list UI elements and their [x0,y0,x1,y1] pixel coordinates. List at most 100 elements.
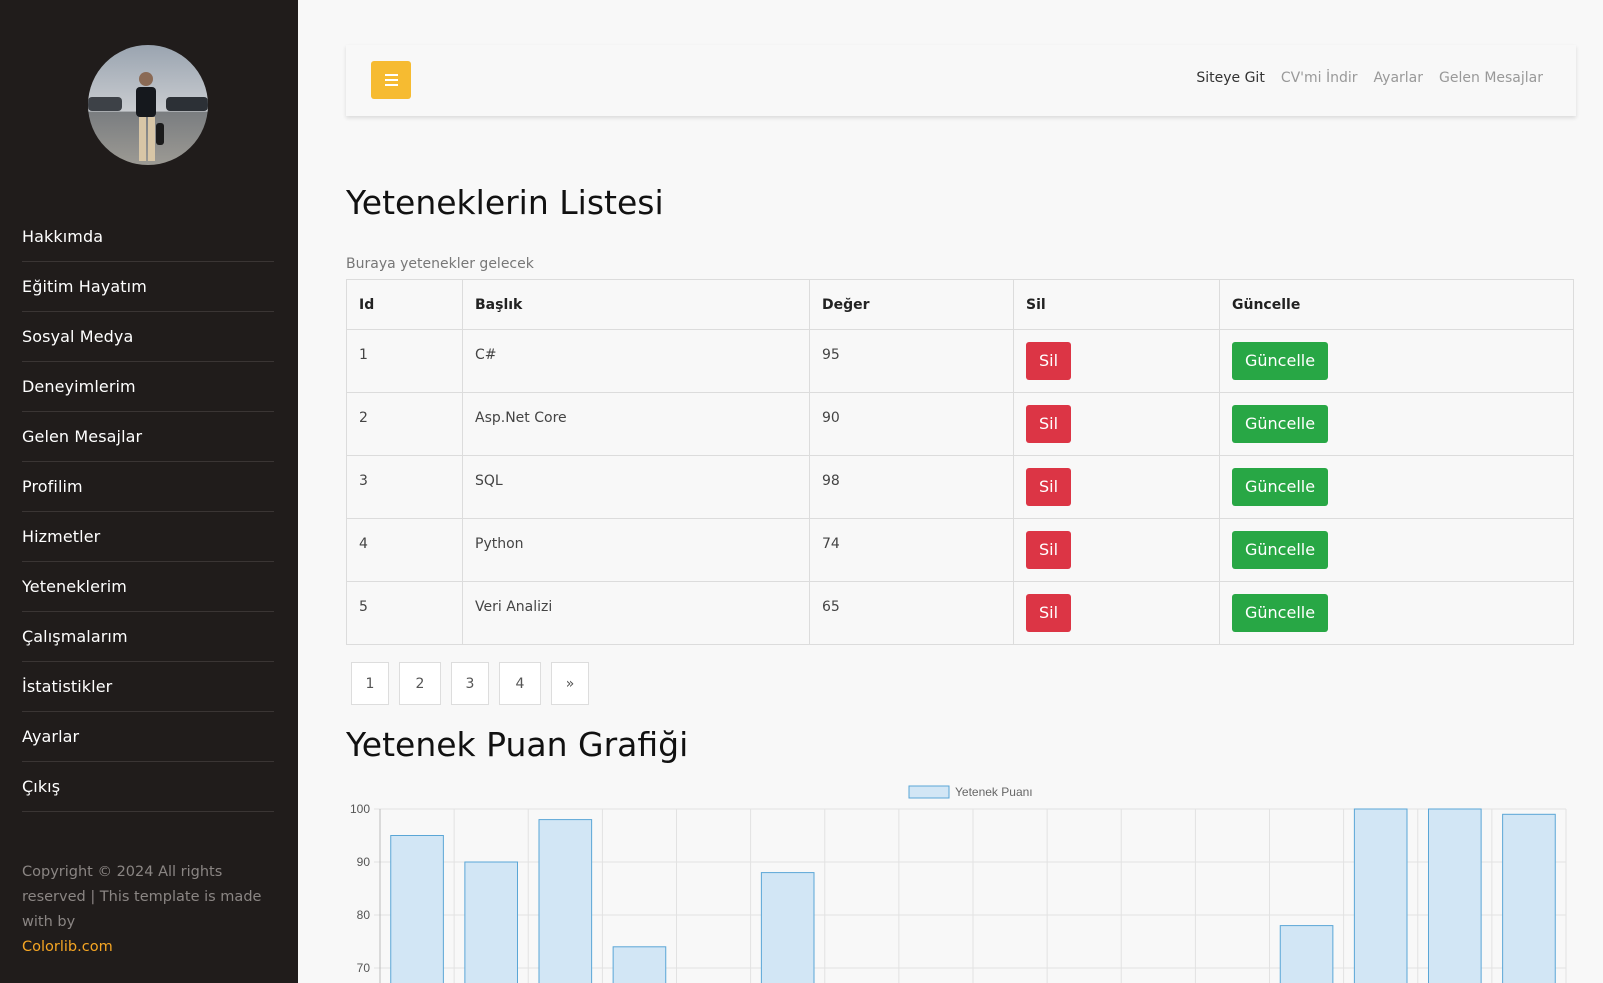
chart-bar [612,946,667,983]
sidebar-item-ayarlar[interactable]: Ayarlar [22,712,274,762]
delete-button[interactable]: Sil [1026,342,1072,380]
cell-delete: Sil [1013,518,1220,582]
cell-id: 5 [346,581,463,645]
cell-delete: Sil [1013,581,1220,645]
cell-update: Güncelle [1219,329,1574,393]
nav-link-ayarlar[interactable]: Ayarlar [1374,70,1423,86]
skills-table: Id Başlık Değer Sil Güncelle 1 C# 95 Sil… [346,279,1574,645]
sidebar-item-label: Sosyal Medya [22,327,134,346]
chart-bar [760,872,815,983]
menu-toggle-button[interactable] [371,61,411,99]
cell-value: 74 [809,518,1014,582]
sidebar-item-sosyal-medya[interactable]: Sosyal Medya [22,312,274,362]
cell-id: 2 [346,392,463,456]
sidebar-item-label: Hakkımda [22,227,104,246]
page-link-2[interactable]: 2 [399,662,441,705]
sidebar: Hakkımda Eğitim Hayatım Sosyal Medya Den… [0,0,298,983]
cell-title: C# [462,329,810,393]
sidebar-item-deneyimler[interactable]: Deneyimlerim [22,362,274,412]
cell-title: Asp.Net Core [462,392,810,456]
column-header-id: Id [346,279,463,330]
column-header-update: Güncelle [1219,279,1574,330]
table-row: 1 C# 95 Sil Güncelle [346,329,1574,393]
sidebar-item-label: Çalışmalarım [22,627,128,646]
table-row: 5 Veri Analizi 65 Sil Güncelle [346,581,1574,645]
chart-bar [538,819,593,983]
cell-delete: Sil [1013,329,1220,393]
copyright-text: Copyright © 2024 All rights reserved | T… [22,864,262,930]
legend-swatch [908,785,950,799]
chart-bar [464,861,519,983]
page-title: Yeteneklerin Listesi [346,183,664,222]
sidebar-item-label: Yeteneklerim [22,577,127,596]
column-header-delete: Sil [1013,279,1220,330]
y-tick-label: 80 [357,908,371,922]
hamburger-icon-line [384,84,398,86]
sidebar-item-profil[interactable]: Profilim [22,462,274,512]
cell-id: 4 [346,518,463,582]
credit-link[interactable]: Colorlib.com [22,939,113,955]
update-button[interactable]: Güncelle [1232,531,1329,569]
chart-bar [1502,813,1556,983]
update-button[interactable]: Güncelle [1232,468,1329,506]
page-link-3[interactable]: 3 [451,662,489,705]
pagination: 1 2 3 4 » [351,662,589,705]
delete-button[interactable]: Sil [1026,405,1072,443]
chart-bar [1427,808,1482,983]
chart-bar [1279,925,1334,983]
chart-title: Yetenek Puan Grafiği [346,725,689,764]
update-button[interactable]: Güncelle [1232,405,1329,443]
table-header-row: Id Başlık Değer Sil Güncelle [346,279,1574,330]
legend-label: Yetenek Puanı [955,785,1033,799]
sidebar-item-hizmetler[interactable]: Hizmetler [22,512,274,562]
cell-value: 98 [809,455,1014,519]
sidebar-item-calismalar[interactable]: Çalışmalarım [22,612,274,662]
page-link-4[interactable]: 4 [499,662,541,705]
chart-bar [1353,808,1408,983]
sidebar-item-cikis[interactable]: Çıkış [22,762,274,812]
sidebar-item-label: Deneyimlerim [22,377,136,396]
cell-id: 1 [346,329,463,393]
column-header-title: Başlık [462,279,810,330]
cell-update: Güncelle [1219,392,1574,456]
nav-link-cv-indir[interactable]: CV'mi İndir [1281,70,1358,86]
sidebar-item-label: Profilim [22,477,83,496]
sidebar-item-yetenekler[interactable]: Yeteneklerim [22,562,274,612]
page-link-1[interactable]: 1 [351,662,389,705]
nav-link-gelen-mesajlar[interactable]: Gelen Mesajlar [1439,70,1543,86]
nav-link-siteye-git[interactable]: Siteye Git [1196,70,1264,86]
avatar [88,45,208,165]
table-row: 4 Python 74 Sil Güncelle [346,518,1574,582]
cell-title: SQL [462,455,810,519]
sidebar-item-label: Gelen Mesajlar [22,427,143,446]
sidebar-item-label: İstatistikler [22,677,113,696]
copyright: Copyright © 2024 All rights reserved | T… [22,860,284,960]
hamburger-icon [384,74,398,76]
column-header-value: Değer [809,279,1014,330]
sidebar-item-egitim[interactable]: Eğitim Hayatım [22,262,274,312]
cell-value: 65 [809,581,1014,645]
cell-update: Güncelle [1219,455,1574,519]
sidebar-item-mesajlar[interactable]: Gelen Mesajlar [22,412,274,462]
delete-button[interactable]: Sil [1026,468,1072,506]
cell-title: Veri Analizi [462,581,810,645]
update-button[interactable]: Güncelle [1232,594,1329,632]
update-button[interactable]: Güncelle [1232,342,1329,380]
sidebar-item-label: Eğitim Hayatım [22,277,147,296]
sidebar-item-label: Ayarlar [22,727,80,746]
sidebar-item-hakkimda[interactable]: Hakkımda [22,212,274,262]
cell-value: 90 [809,392,1014,456]
cell-id: 3 [346,455,463,519]
hamburger-icon-line [384,79,398,81]
sidebar-item-istatistikler[interactable]: İstatistikler [22,662,274,712]
table-caption: Buraya yetenekler gelecek [346,256,534,272]
delete-button[interactable]: Sil [1026,531,1072,569]
cell-delete: Sil [1013,455,1220,519]
sidebar-item-label: Çıkış [22,777,61,796]
cell-delete: Sil [1013,392,1220,456]
sidebar-item-label: Hizmetler [22,527,101,546]
delete-button[interactable]: Sil [1026,594,1072,632]
page-link-next[interactable]: » [551,662,589,705]
top-nav-links: Siteye Git CV'mi İndir Ayarlar Gelen Mes… [1196,70,1543,86]
table-row: 2 Asp.Net Core 90 Sil Güncelle [346,392,1574,456]
